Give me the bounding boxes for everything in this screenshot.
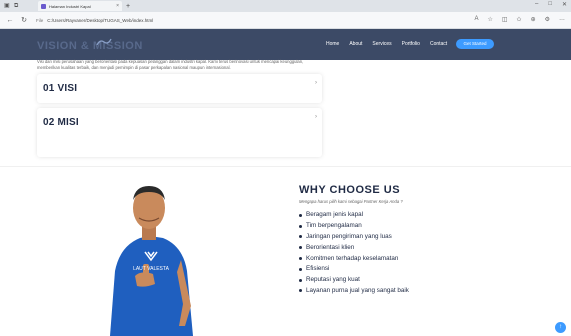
extensions-icon[interactable]: ⚙ (545, 16, 550, 23)
misi-card[interactable]: 02 MISI › (37, 108, 322, 157)
list-item: Reputasi yang kuat (299, 275, 409, 286)
bullet-icon (299, 257, 302, 261)
get-started-button[interactable]: Get Started (456, 39, 494, 49)
list-item: Layanan purna jual yang sangat baik (299, 286, 409, 297)
list-item: Tim berpengalaman (299, 221, 409, 232)
misi-title: 02 MISI (43, 117, 79, 128)
bullet-icon (299, 278, 302, 282)
browser-window: { "browser": { "tab_title": "Halaman Ind… (0, 0, 571, 336)
nav-home[interactable]: Home (326, 41, 339, 47)
favorite-icon[interactable]: ☆ (487, 16, 492, 23)
list-item-text: Tim berpengalaman (306, 222, 362, 230)
person-photo: LAUT VALESTA (110, 186, 193, 336)
list-item: Komitmen terhadap keselamatan (299, 253, 409, 264)
list-item-text: Beragam jenis kapal (306, 211, 364, 219)
nav-contact[interactable]: Contact (430, 41, 447, 47)
favicon-icon (41, 3, 46, 9)
logo-wave-icon (96, 38, 112, 46)
why-subtitle: Mengapa harus pilih kami sebagai Partner… (299, 199, 403, 204)
main-nav: Home About Services Portfolio Contact (326, 41, 447, 47)
collections-icon[interactable]: ⊕ (531, 16, 536, 23)
url-info: File (36, 17, 44, 23)
site-header: VISION & MISSION Home About Services Por… (0, 29, 571, 60)
maximize-icon[interactable]: □ (548, 1, 552, 8)
list-item-text: Efisiensi (306, 265, 330, 273)
read-aloud-icon[interactable]: A (474, 16, 478, 23)
list-item-text: Komitmen terhadap keselamatan (306, 254, 399, 262)
url-field[interactable]: File C:/Users/Rayvaner/Desktop/TUGAS_Web… (36, 18, 153, 23)
bullet-icon (299, 246, 302, 250)
window-menu-icon[interactable]: ▣ (4, 3, 10, 9)
bullet-icon (299, 213, 302, 217)
list-item: Beragam jenis kapal (299, 210, 409, 221)
browser-tab[interactable]: Halaman Industri Kapal × (38, 1, 122, 11)
favorites-list-icon[interactable]: ✩ (517, 16, 522, 23)
visi-card[interactable]: 01 VISI › (37, 74, 322, 103)
back-icon[interactable]: ← (6, 17, 14, 24)
bullet-icon (299, 267, 302, 271)
why-section (0, 166, 571, 336)
tab-close-icon[interactable]: × (116, 3, 119, 9)
chevron-right-icon: › (315, 80, 317, 86)
address-bar: ← ↻ File C:/Users/Rayvaner/Desktop/TUGAS… (0, 12, 571, 29)
why-title: WHY CHOOSE US (299, 184, 401, 196)
new-tab-button[interactable]: + (126, 3, 130, 10)
nav-portfolio[interactable]: Portfolio (402, 41, 420, 47)
more-icon[interactable]: … (559, 16, 565, 23)
split-screen-icon[interactable]: ◫ (502, 16, 508, 23)
bullet-icon (299, 224, 302, 228)
nav-services[interactable]: Services (372, 41, 391, 47)
list-item: Berorientasi klien (299, 242, 409, 253)
list-item: Jaringan pengiriman yang luas (299, 232, 409, 243)
url-text: C:/Users/Rayvaner/Desktop/TUGAS_Web/inde… (47, 17, 154, 23)
refresh-icon[interactable]: ↻ (20, 16, 28, 24)
why-list: Beragam jenis kapal Tim berpengalaman Ja… (299, 210, 409, 296)
scroll-top-button[interactable]: ↑ (555, 322, 566, 333)
browser-tab-bar: ▣ ⧉ Halaman Industri Kapal × + – □ ✕ (0, 0, 571, 12)
list-item-text: Jaringan pengiriman yang luas (306, 232, 392, 240)
shirt-text: LAUT VALESTA (133, 266, 170, 272)
minimize-icon[interactable]: – (535, 1, 538, 8)
site-logo-text[interactable]: VISION & MISSION (37, 40, 143, 52)
chevron-right-icon: › (315, 114, 317, 120)
list-item: Efisiensi (299, 264, 409, 275)
tab-actions-icon[interactable]: ⧉ (14, 3, 20, 9)
list-item-text: Reputasi yang kuat (306, 276, 360, 284)
visi-title: 01 VISI (43, 83, 78, 94)
bullet-icon (299, 289, 302, 293)
nav-about[interactable]: About (349, 41, 362, 47)
list-item-text: Layanan purna jual yang sangat baik (306, 286, 409, 294)
tab-title: Halaman Industri Kapal (49, 3, 91, 9)
window-controls: – □ ✕ (535, 1, 567, 8)
intro-paragraph: Visi dan misi perusahaan yang berorienta… (37, 59, 304, 70)
bullet-icon (299, 235, 302, 239)
close-window-icon[interactable]: ✕ (562, 1, 567, 8)
browser-toolbar: A ☆ ◫ ✩ ⊕ ⚙ … (474, 16, 565, 23)
list-item-text: Berorientasi klien (306, 243, 355, 251)
